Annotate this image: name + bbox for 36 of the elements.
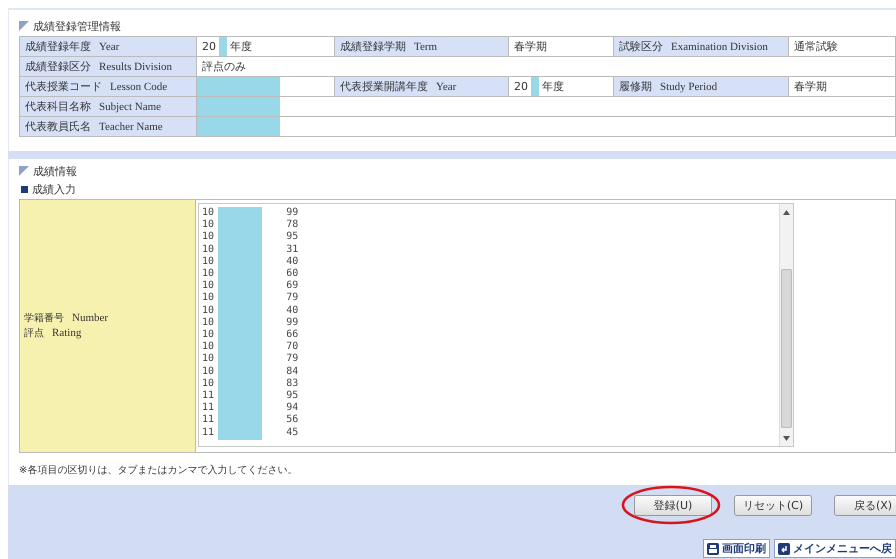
- field-value: 評点のみ: [197, 57, 896, 77]
- field-label: 履修期 Study Period: [614, 77, 789, 97]
- corner-triangle-icon: [19, 166, 29, 176]
- field-value: 年度: [230, 39, 252, 54]
- field-value: 春学期: [509, 37, 614, 57]
- field-value: 20: [202, 40, 216, 53]
- scrollbar[interactable]: [779, 204, 793, 446]
- section-title: 成績登録管理情報: [33, 18, 121, 34]
- section-title: 成績情報: [33, 164, 77, 178]
- field-label: 代表授業開講年度 Year: [335, 77, 509, 97]
- field-label: 代表科目名称 Subject Name: [20, 97, 197, 117]
- subsection-title: 成績入力: [32, 182, 76, 196]
- scroll-up-icon[interactable]: [783, 210, 790, 215]
- field-label: 成績登録学期 Term: [335, 37, 509, 57]
- field-label: 評点 Rating: [24, 326, 82, 341]
- field-label: 成績登録区分 Results Division: [20, 57, 197, 77]
- form-button[interactable]: リセット(C): [734, 495, 812, 516]
- field-value: 春学期: [789, 77, 896, 97]
- field-label: 学籍番号 Number: [24, 311, 110, 326]
- footer-link[interactable]: 画面印刷: [703, 539, 770, 558]
- square-icon: [21, 186, 28, 192]
- form-button[interactable]: 登録(U): [634, 495, 712, 516]
- scroll-down-icon[interactable]: [783, 436, 790, 441]
- form-button[interactable]: 戻る(X): [834, 495, 896, 516]
- field-value: 20: [514, 80, 528, 93]
- field-value: 通常試験: [789, 37, 896, 57]
- field-label: 代表教員氏名 Teacher Name: [20, 117, 197, 137]
- printer-icon: [707, 542, 719, 554]
- corner-triangle-icon: [19, 21, 29, 31]
- footer-link[interactable]: メインメニューへ戻: [774, 539, 896, 558]
- field-value: 年度: [542, 79, 564, 94]
- field-label: 試験区分 Examination Division: [614, 37, 789, 57]
- input-note: ※各項目の区切りは、タブまたはカンマで入力してください。: [19, 464, 298, 478]
- return-arrow-icon: [778, 542, 790, 554]
- field-label: 代表授業コード Lesson Code: [20, 77, 197, 97]
- field-label: 成績登録年度 Year: [20, 37, 197, 57]
